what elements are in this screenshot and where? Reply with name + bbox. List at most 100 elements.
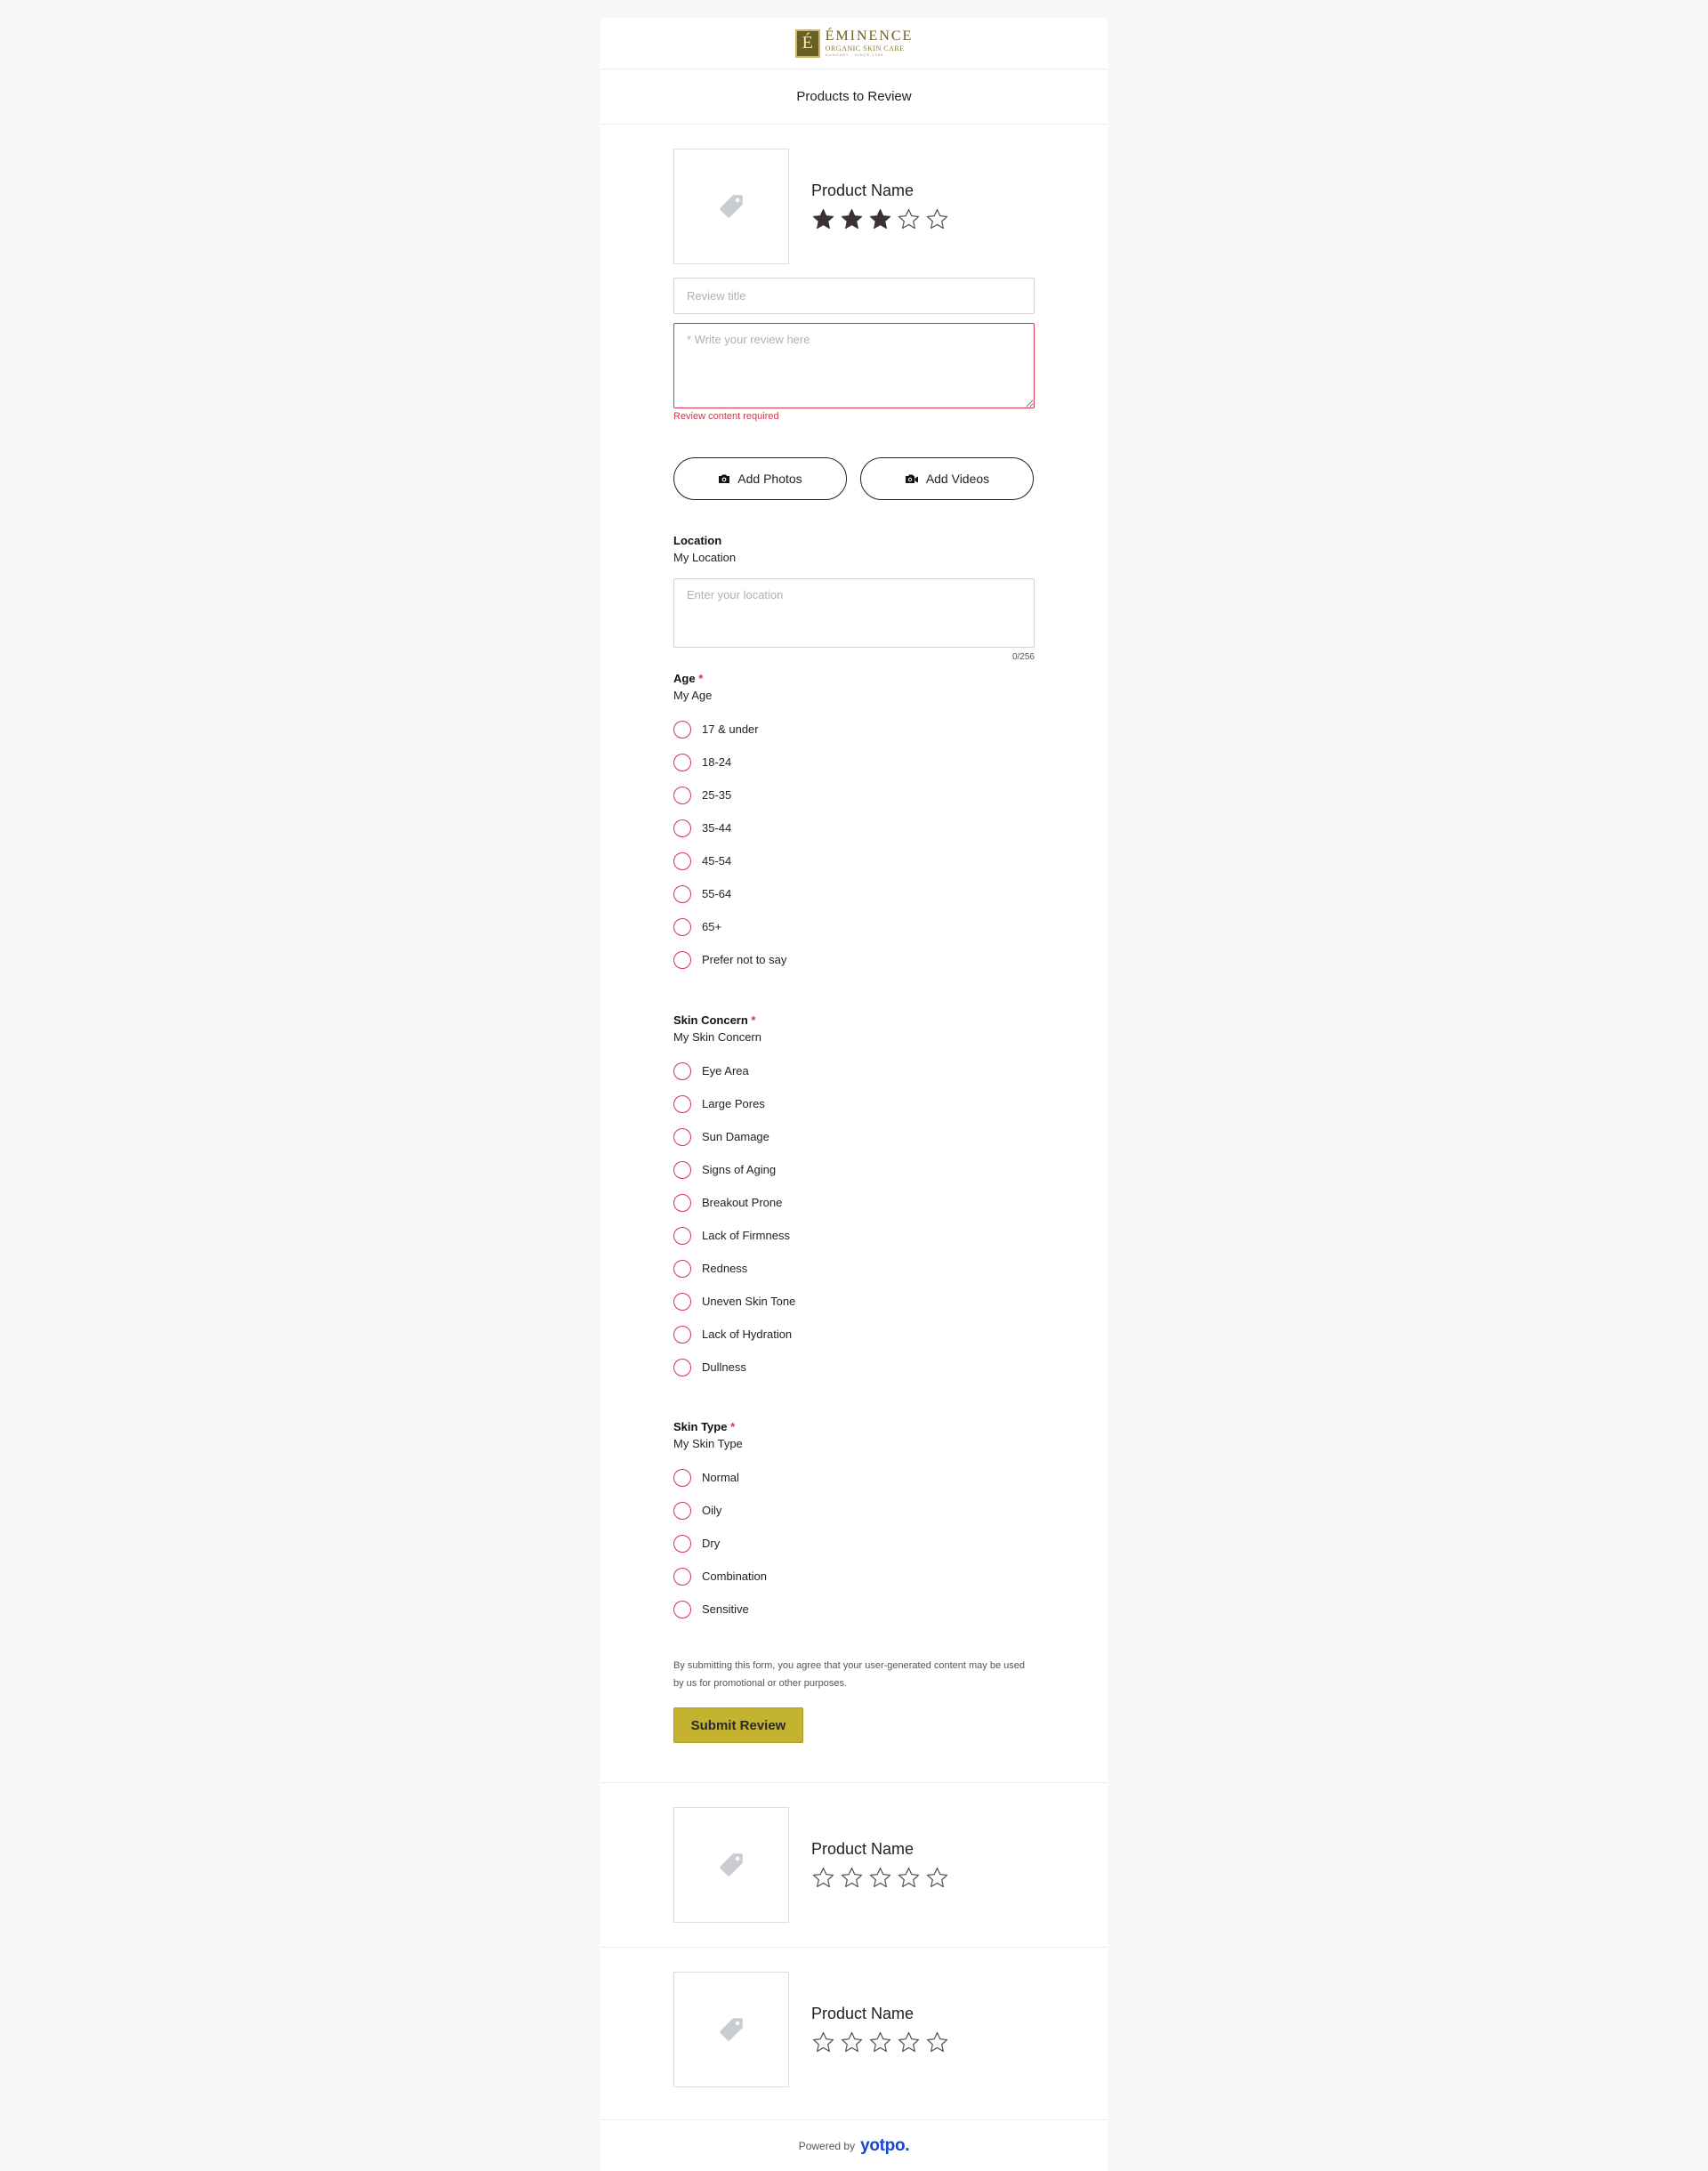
age-option[interactable]: 45-54 [673, 844, 1035, 877]
star-outline-icon[interactable] [840, 1866, 864, 1890]
option-label: Uneven Skin Tone [702, 1295, 796, 1308]
product-card[interactable]: Product Name [600, 1947, 1108, 2087]
radio-button[interactable] [673, 851, 691, 870]
tag-icon [720, 195, 743, 218]
radio-button[interactable] [673, 1501, 691, 1520]
star-rating[interactable] [811, 207, 949, 231]
star-outline-icon[interactable] [925, 1866, 949, 1890]
consent-text: By submitting this form, you agree that … [673, 1660, 1025, 1689]
review-body-input[interactable] [673, 323, 1035, 408]
product-header: Product Name [673, 149, 1035, 264]
age-option[interactable]: Prefer not to say [673, 943, 1035, 976]
radio-button[interactable] [673, 819, 691, 837]
radio-button[interactable] [673, 1226, 691, 1245]
radio-button[interactable] [673, 1292, 691, 1311]
star-rating[interactable] [811, 1866, 949, 1890]
radio-button[interactable] [673, 884, 691, 903]
radio-button[interactable] [673, 786, 691, 804]
tag-icon [720, 2018, 743, 2041]
radio-button[interactable] [673, 1567, 691, 1586]
radio-button[interactable] [673, 1325, 691, 1344]
star-outline-icon[interactable] [811, 2030, 835, 2054]
skin-concern-option[interactable]: Eye Area [673, 1054, 1035, 1087]
star-filled-icon[interactable] [840, 207, 864, 231]
radio-button[interactable] [673, 1468, 691, 1487]
radio-button[interactable] [673, 753, 691, 771]
option-label: Large Pores [702, 1097, 765, 1110]
radio-button[interactable] [673, 1193, 691, 1212]
skin-type-option[interactable]: Combination [673, 1560, 1035, 1593]
star-filled-icon[interactable] [811, 207, 835, 231]
radio-button[interactable] [673, 1259, 691, 1278]
star-outline-icon[interactable] [925, 2030, 949, 2054]
radio-button[interactable] [673, 720, 691, 738]
star-outline-icon[interactable] [897, 1866, 921, 1890]
star-outline-icon[interactable] [897, 2030, 921, 2054]
product-name: Product Name [811, 1840, 914, 1858]
location-input[interactable] [673, 578, 1035, 648]
skin-concern-option[interactable]: Sun Damage [673, 1120, 1035, 1153]
option-label: Sensitive [702, 1602, 749, 1616]
option-label: Dry [702, 1537, 721, 1550]
star-outline-icon[interactable] [868, 1866, 892, 1890]
option-label: Eye Area [702, 1064, 749, 1077]
star-outline-icon[interactable] [925, 207, 949, 231]
product-review-form: Product Name Review content required Add… [600, 125, 1108, 1743]
radio-button[interactable] [673, 1127, 691, 1146]
tag-icon [720, 1853, 743, 1876]
brand-mark: É [794, 28, 820, 58]
star-outline-icon[interactable] [897, 207, 921, 231]
skin-type-option[interactable]: Dry [673, 1527, 1035, 1560]
age-option[interactable]: 25-35 [673, 779, 1035, 811]
radio-button[interactable] [673, 1160, 691, 1179]
location-char-counter: 0/256 [1011, 652, 1035, 662]
media-buttons: Add Photos Add Videos [673, 457, 1035, 500]
skin-concern-option[interactable]: Signs of Aging [673, 1153, 1035, 1186]
star-outline-icon[interactable] [868, 2030, 892, 2054]
skin-type-option[interactable]: Sensitive [673, 1593, 1035, 1626]
skin-concern-option[interactable]: Lack of Hydration [673, 1318, 1035, 1351]
skin-concern-option[interactable]: Uneven Skin Tone [673, 1285, 1035, 1318]
star-filled-icon[interactable] [868, 207, 892, 231]
radio-button[interactable] [673, 950, 691, 969]
skin-concern-option[interactable]: Large Pores [673, 1087, 1035, 1120]
skin-concern-option[interactable]: Dullness [673, 1351, 1035, 1384]
radio-button[interactable] [673, 1600, 691, 1618]
skin-concern-desc: My Skin Concern [673, 1030, 761, 1044]
age-option[interactable]: 18-24 [673, 746, 1035, 779]
location-label: Location [673, 534, 722, 547]
skin-type-option[interactable]: Oily [673, 1494, 1035, 1527]
skin-type-desc: My Skin Type [673, 1437, 743, 1450]
add-videos-label: Add Videos [925, 472, 990, 486]
skin-concern-option[interactable]: Breakout Prone [673, 1186, 1035, 1219]
star-outline-icon[interactable] [811, 1866, 835, 1890]
option-label: 17 & under [702, 722, 759, 736]
option-label: 55-64 [702, 887, 732, 900]
radio-button[interactable] [673, 1358, 691, 1376]
star-rating[interactable] [811, 2030, 949, 2054]
age-option[interactable]: 55-64 [673, 877, 1035, 910]
submit-review-button[interactable]: Submit Review [673, 1707, 803, 1743]
skin-type-option[interactable]: Normal [673, 1461, 1035, 1494]
brand-header: É ÉMINENCE ORGANIC SKIN CARE HUNGARY · S… [600, 18, 1108, 69]
review-title-input[interactable] [673, 278, 1035, 314]
yotpo-logo[interactable]: yotpo. [860, 2136, 910, 2156]
skin-concern-option[interactable]: Lack of Firmness [673, 1219, 1035, 1252]
option-label: Breakout Prone [702, 1196, 783, 1209]
footer: Powered by yotpo. [600, 2119, 1108, 2171]
radio-button[interactable] [673, 1094, 691, 1113]
skin-concern-option[interactable]: Redness [673, 1252, 1035, 1285]
brand-name: ÉMINENCE [825, 28, 914, 44]
radio-button[interactable] [673, 1061, 691, 1080]
age-option[interactable]: 65+ [673, 910, 1035, 943]
camera-icon [719, 474, 730, 483]
product-card[interactable]: Product Name [600, 1782, 1108, 1923]
add-photos-button[interactable]: Add Photos [673, 457, 847, 500]
radio-button[interactable] [673, 1534, 691, 1553]
age-option[interactable]: 35-44 [673, 811, 1035, 844]
radio-button[interactable] [673, 917, 691, 936]
star-outline-icon[interactable] [840, 2030, 864, 2054]
age-option[interactable]: 17 & under [673, 713, 1035, 746]
option-label: Oily [702, 1504, 722, 1517]
add-videos-button[interactable]: Add Videos [860, 457, 1034, 500]
